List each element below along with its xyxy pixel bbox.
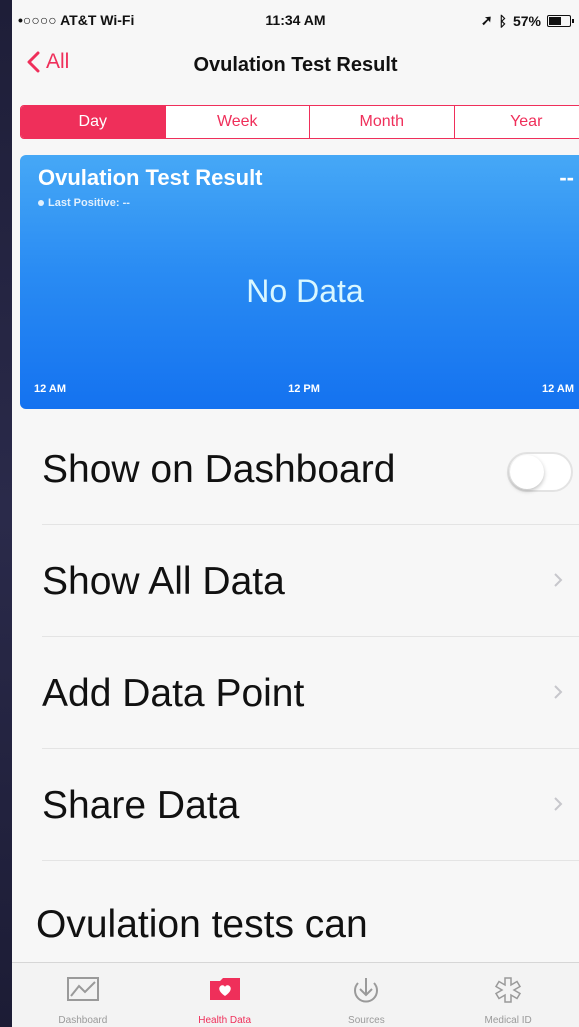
tab-medical-id[interactable]: Medical ID [437, 963, 579, 1027]
chevron-right-icon [554, 573, 563, 587]
chart-subtitle: Last Positive: -- [38, 197, 130, 209]
medical-id-icon [495, 977, 522, 1003]
add-data-point-row[interactable]: Add Data Point [42, 636, 579, 749]
tab-label: Health Data [198, 1015, 252, 1026]
phone-screen: •○○○○ AT&T Wi-Fi 11:34 AM ➚ ᛒ 57% All Ov… [12, 0, 579, 1027]
chevron-right-icon [554, 797, 563, 811]
location-icon: ➚ [480, 12, 493, 28]
segment-year[interactable]: Year [455, 106, 579, 138]
chart-card: Ovulation Test Result Last Positive: -- … [20, 155, 579, 409]
chevron-right-icon [554, 685, 563, 699]
tab-sources[interactable]: Sources [296, 963, 438, 1027]
segment-week[interactable]: Week [166, 106, 310, 138]
sources-icon [354, 978, 379, 1003]
share-data-row[interactable]: Share Data [42, 748, 579, 861]
show-on-dashboard-toggle[interactable] [507, 452, 573, 492]
status-bar: •○○○○ AT&T Wi-Fi 11:34 AM ➚ ᛒ 57% [12, 0, 579, 40]
row-label: Show on Dashboard [42, 448, 396, 491]
dot-icon [38, 200, 44, 206]
last-positive-label: Last Positive: -- [48, 197, 130, 209]
segment-day[interactable]: Day [21, 106, 166, 138]
chart-value: -- [559, 165, 574, 190]
battery-percent: 57% [512, 12, 541, 29]
page-title: Ovulation Test Result [193, 54, 398, 76]
dashboard-icon [66, 977, 99, 1001]
chart-x-axis: 12 AM 12 PM 12 AM [34, 383, 574, 397]
tab-label: Sources [348, 1015, 385, 1026]
tab-dashboard[interactable]: Dashboard [12, 963, 154, 1027]
period-segmented-control: Day Week Month Year [20, 105, 579, 139]
no-data-label: No Data [246, 273, 364, 309]
row-label: Show All Data [42, 560, 285, 603]
tab-health-data[interactable]: Health Data [154, 963, 296, 1027]
health-data-icon [209, 978, 240, 1000]
show-all-data-row[interactable]: Show All Data [42, 524, 579, 637]
status-right: ➚ ᛒ 57% [480, 12, 574, 29]
axis-label-mid: 12 PM [288, 383, 320, 395]
toggle-knob [510, 455, 544, 489]
show-on-dashboard-row: Show on Dashboard [42, 412, 579, 525]
battery-icon [547, 14, 574, 27]
tab-bar: Dashboard Health Data Sources Medical ID [12, 962, 579, 1027]
row-label: Share Data [42, 784, 240, 827]
chart-title: Ovulation Test Result [38, 165, 263, 190]
segment-month[interactable]: Month [310, 106, 455, 138]
tab-label: Dashboard [58, 1015, 108, 1026]
navigation-bar: All Ovulation Test Result [12, 40, 579, 90]
axis-label-start: 12 AM [34, 383, 66, 395]
section-description: Ovulation tests can [36, 903, 368, 946]
bluetooth-icon: ᛒ [498, 12, 507, 29]
row-label: Add Data Point [42, 672, 305, 715]
axis-label-end: 12 AM [542, 383, 574, 395]
tab-label: Medical ID [484, 1015, 532, 1026]
